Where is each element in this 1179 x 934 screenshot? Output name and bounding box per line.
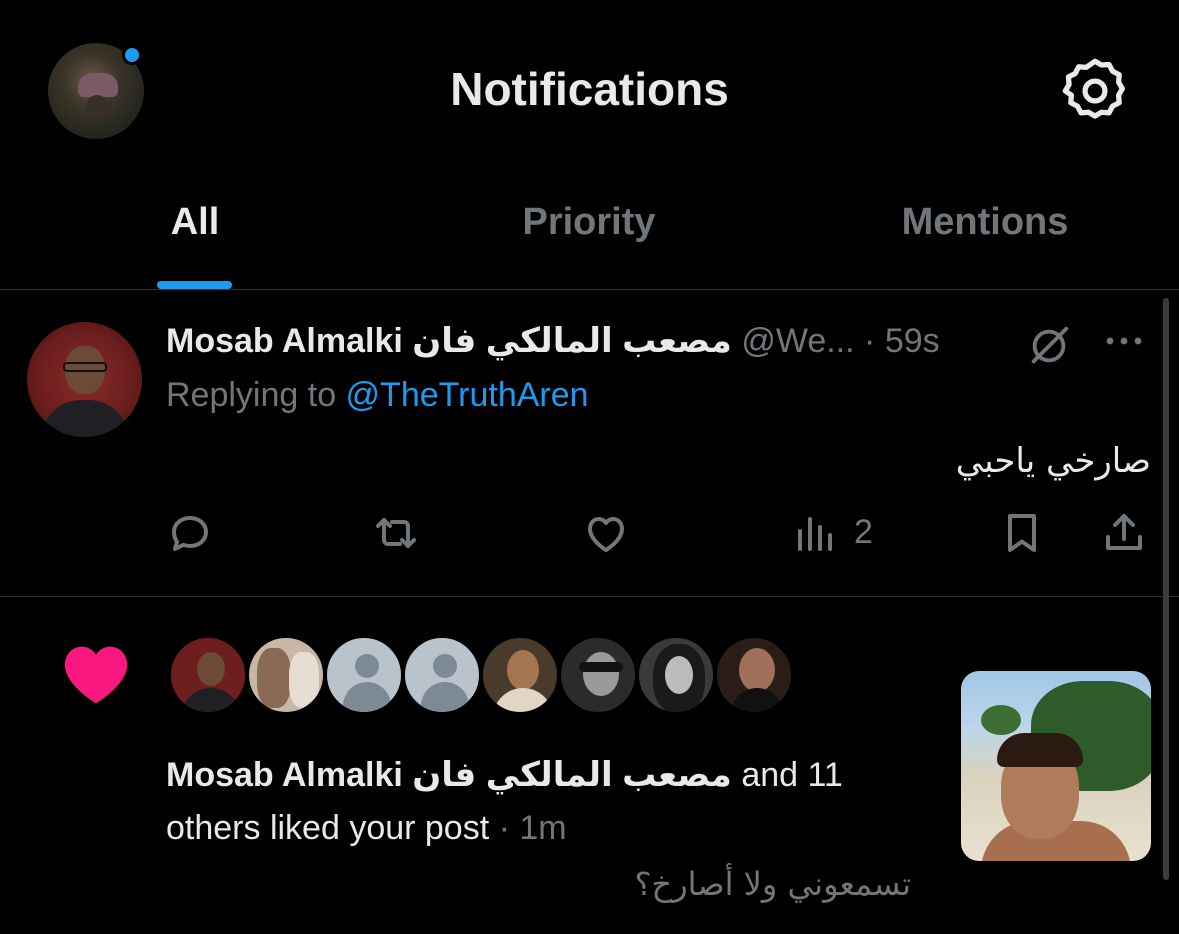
- bookmark-button[interactable]: [998, 509, 1046, 561]
- tweet-actions: 2: [0, 509, 1179, 565]
- liker-avatar[interactable]: [402, 635, 482, 715]
- author-name[interactable]: Mosab Almalki مصعب المالكي فان: [166, 322, 732, 360]
- post-thumbnail[interactable]: [961, 671, 1151, 861]
- share-icon: [1106, 514, 1142, 550]
- tab-all[interactable]: All: [0, 201, 392, 244]
- liker-avatar[interactable]: [324, 635, 404, 715]
- active-tab-indicator: [157, 281, 232, 289]
- heart-icon: [64, 646, 128, 704]
- tab-mentions[interactable]: Mentions: [788, 201, 1179, 244]
- reply-icon: [172, 516, 208, 551]
- liker-avatar[interactable]: [636, 635, 716, 715]
- likers-avatars: [168, 635, 808, 715]
- liker-name[interactable]: Mosab Almalki مصعب المالكي فان: [166, 756, 732, 794]
- replying-to: Replying to @TheTruthAren: [166, 376, 589, 414]
- bookmark-icon: [1008, 514, 1036, 552]
- reply-notification[interactable]: Mosab Almalki مصعب المالكي فان @We... · …: [0, 291, 1179, 596]
- divider: [0, 289, 1179, 290]
- replying-to-link[interactable]: @TheTruthAren: [346, 376, 589, 414]
- notification-tabs: All Priority Mentions: [0, 185, 1179, 289]
- like-summary: Mosab Almalki مصعب المالكي فان and 11 ot…: [166, 756, 843, 847]
- retweet-icon: [376, 518, 416, 548]
- liker-avatar[interactable]: [168, 635, 248, 715]
- views-button[interactable]: 2: [790, 509, 873, 561]
- post-preview-text: تسمعوني ولا أصارخ؟: [634, 865, 911, 903]
- timestamp: 1m: [519, 809, 567, 847]
- author-avatar[interactable]: [27, 322, 142, 437]
- header: Notifications: [0, 0, 1179, 180]
- page-title: Notifications: [450, 63, 729, 115]
- liker-avatar[interactable]: [558, 635, 638, 715]
- more-icon[interactable]: [1100, 329, 1148, 353]
- like-button[interactable]: [582, 509, 630, 561]
- tweet-header: Mosab Almalki مصعب المالكي فان @We... · …: [166, 321, 940, 361]
- liker-avatar[interactable]: [246, 635, 326, 715]
- tab-priority[interactable]: Priority: [392, 201, 786, 244]
- author-handle[interactable]: @We...: [741, 322, 854, 360]
- gear-icon[interactable]: [1060, 56, 1130, 126]
- liker-avatar[interactable]: [480, 635, 560, 715]
- views-count: 2: [854, 513, 873, 551]
- scrollbar[interactable]: [1163, 298, 1169, 880]
- timestamp[interactable]: 59s: [885, 322, 940, 360]
- liker-avatar[interactable]: [714, 635, 794, 715]
- tweet-text: صارخي ياحبي: [955, 441, 1151, 481]
- grok-icon[interactable]: [1026, 323, 1072, 369]
- like-icon: [588, 517, 624, 552]
- reply-button[interactable]: [166, 509, 214, 561]
- share-button[interactable]: [1100, 509, 1148, 561]
- like-notification[interactable]: Mosab Almalki مصعب المالكي فان and 11 ot…: [0, 597, 1179, 934]
- views-icon: [798, 517, 832, 551]
- retweet-button[interactable]: [372, 509, 420, 561]
- separator: ·: [864, 322, 876, 360]
